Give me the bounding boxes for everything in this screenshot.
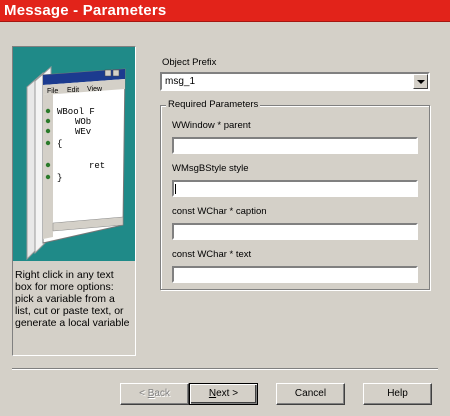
editor-window-illustration: File Edit View WBool F WOb WEv { ret } <box>26 65 126 261</box>
param-style-label: WMsgBStyle style <box>172 163 249 174</box>
param-style-input[interactable] <box>172 180 418 197</box>
illustration-code-line-2: WOb <box>75 117 91 127</box>
illustration-menu-file: File <box>47 88 58 95</box>
button-separator <box>12 368 438 370</box>
required-parameters-group <box>160 105 430 290</box>
object-prefix-label: Object Prefix <box>162 57 217 68</box>
back-button[interactable]: < Back <box>120 383 189 405</box>
title-bar: Message - Parameters <box>0 0 450 22</box>
illustration-code-line-5: ret <box>89 161 105 171</box>
param-text-input[interactable] <box>172 266 418 283</box>
help-text: Right click in any text box for more opt… <box>15 269 130 329</box>
side-panel: File Edit View WBool F WOb WEv { ret } R… <box>12 46 136 356</box>
illustration-menu-view: View <box>87 86 103 93</box>
back-button-prefix: < <box>139 388 148 399</box>
param-parent-input[interactable] <box>172 137 418 154</box>
illustration-code-line-3: WEv <box>75 127 92 137</box>
cancel-button[interactable]: Cancel <box>276 383 345 405</box>
next-button[interactable]: Next > <box>189 383 258 405</box>
wizard-illustration: File Edit View WBool F WOb WEv { ret } <box>13 47 135 261</box>
back-button-rest: ack <box>154 388 170 399</box>
param-parent-label: WWindow * parent <box>172 120 251 131</box>
object-prefix-combobox[interactable]: msg_1 <box>160 72 430 91</box>
window-title: Message - Parameters <box>4 2 167 19</box>
illustration-code-line-6: } <box>57 173 62 183</box>
object-prefix-value: msg_1 <box>165 76 196 87</box>
param-caption-label: const WChar * caption <box>172 206 267 217</box>
next-button-rest: ext > <box>216 388 239 399</box>
illustration-menu-edit: Edit <box>67 87 79 94</box>
chevron-down-icon[interactable] <box>413 74 428 89</box>
illustration-code-line-4: { <box>57 139 62 149</box>
help-button[interactable]: Help <box>363 383 432 405</box>
required-parameters-title: Required Parameters <box>166 99 261 110</box>
param-text-label: const WChar * text <box>172 249 252 260</box>
illustration-code-line-1: WBool F <box>57 107 95 117</box>
param-caption-input[interactable] <box>172 223 418 240</box>
